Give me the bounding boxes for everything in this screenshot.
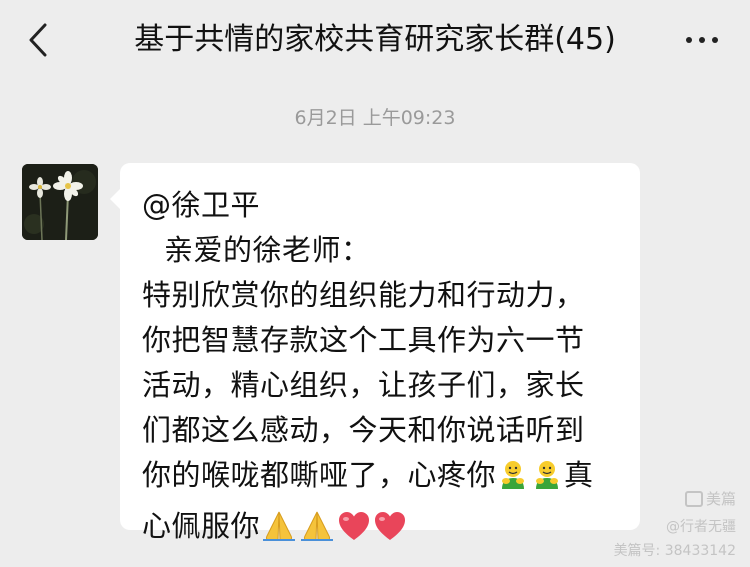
watermark-logo: 美篇: [684, 488, 736, 509]
message-line-5-end: 真: [564, 458, 594, 492]
message-line-4: 们都这么感动，今天和你说话听到: [142, 413, 585, 447]
chat-header: 基于共情的家校共育研究家长群(45): [0, 0, 750, 80]
message-line-1: 特别欣赏你的组织能力和行动力，: [142, 278, 585, 312]
more-button[interactable]: [676, 22, 728, 58]
message-line-6-text: 心佩服你: [142, 509, 261, 543]
praying-hands-emoji: [261, 510, 297, 555]
watermark-id: 美篇号: 38433142: [613, 543, 736, 559]
message-line-5-text: 你的喉咙都嘶哑了，心疼你: [142, 458, 497, 492]
message-line-2: 你把智慧存款这个工具作为六一节: [142, 323, 585, 357]
greeting-text: 亲爱的徐老师：: [164, 233, 371, 267]
chat-title: 基于共情的家校共育研究家长群(45): [134, 22, 616, 57]
sender-avatar[interactable]: [22, 164, 98, 240]
mention-text[interactable]: @徐卫平: [142, 183, 622, 228]
chevron-left-icon: [29, 23, 47, 57]
message-line-5: 你的喉咙都嘶哑了，心疼你 真: [142, 453, 622, 504]
flower-photo-avatar: [22, 164, 98, 240]
meipian-logo-icon: [684, 490, 703, 507]
watermark-author: @行者无疆: [666, 519, 736, 535]
more-dots-icon: [686, 37, 692, 43]
message-line-6: 心佩服你: [142, 504, 622, 555]
back-button[interactable]: [22, 22, 54, 58]
hugging-person-emoji: [531, 459, 563, 504]
red-heart-emoji: [337, 510, 371, 555]
hugging-person-emoji: [497, 459, 529, 504]
message-timestamp: 6月2日 上午09:23: [294, 107, 456, 129]
red-heart-emoji: [373, 510, 407, 555]
praying-hands-emoji: [299, 510, 335, 555]
watermark-logo-text: 美篇: [705, 490, 736, 508]
message-line-3: 活动，精心组织，让孩子们，家长: [142, 368, 585, 402]
message-bubble[interactable]: @徐卫平 亲爱的徐老师： 特别欣赏你的组织能力和行动力， 你把智慧存款这个工具作…: [110, 163, 640, 543]
